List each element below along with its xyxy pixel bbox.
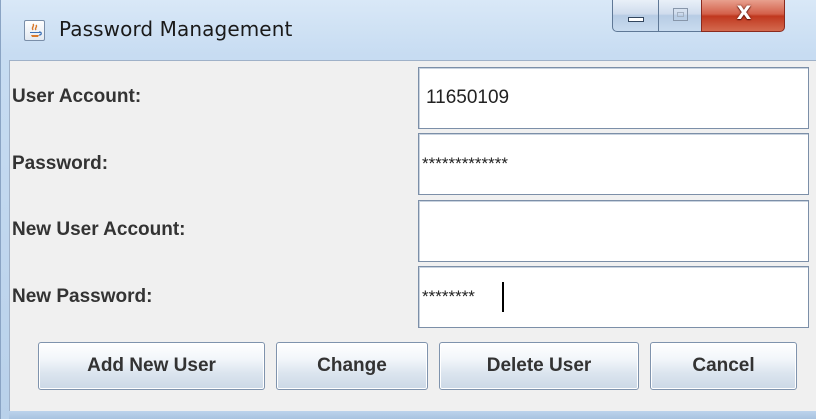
maximize-icon	[673, 8, 688, 21]
minimize-icon	[628, 17, 644, 22]
password-label: Password:	[12, 153, 109, 174]
password-management-window: Password Management X User Account: Pass…	[0, 0, 816, 419]
java-cup-icon[interactable]	[24, 20, 45, 41]
cancel-button[interactable]: Cancel	[650, 342, 797, 390]
close-button[interactable]: X	[701, 0, 785, 32]
text-caret	[502, 282, 504, 312]
user-account-field[interactable]	[418, 67, 809, 129]
maximize-button[interactable]	[658, 0, 702, 32]
caption-buttons: X	[612, 0, 814, 33]
window-title: Password Management	[59, 17, 293, 41]
minimize-button[interactable]	[612, 0, 659, 32]
new-password-label: New Password:	[12, 286, 153, 307]
form-panel: User Account: Password: New User Account…	[9, 60, 816, 411]
add-new-user-button[interactable]: Add New User	[38, 342, 265, 390]
change-button[interactable]: Change	[276, 342, 428, 390]
new-password-field[interactable]	[418, 266, 809, 328]
password-field[interactable]	[418, 133, 809, 195]
delete-user-button[interactable]: Delete User	[439, 342, 639, 390]
title-bar[interactable]: Password Management X	[1, 0, 816, 60]
user-account-label: User Account:	[12, 86, 142, 107]
new-user-account-label: New User Account:	[12, 219, 186, 240]
window-bottom-border	[9, 411, 816, 419]
new-user-account-field[interactable]	[418, 200, 809, 262]
close-icon: X	[736, 2, 752, 24]
